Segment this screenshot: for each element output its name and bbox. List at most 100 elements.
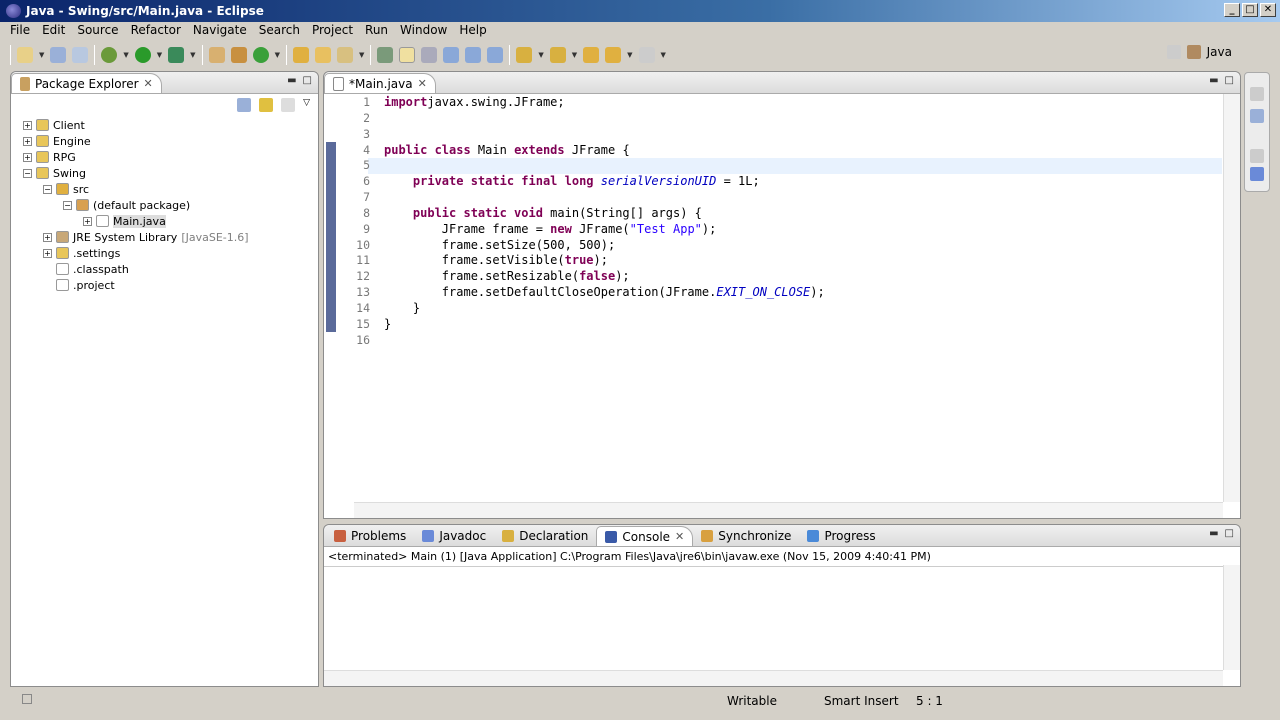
horizontal-scrollbar[interactable] [354,502,1223,518]
perspective-label[interactable]: Java [1207,45,1232,59]
open-type-icon[interactable] [292,47,309,63]
next-annotation-icon[interactable] [516,47,533,63]
tab-console[interactable]: Console ✕ [596,526,694,546]
maximize-button[interactable]: □ [1242,3,1258,17]
collapse-all-icon[interactable] [237,98,252,112]
code-line[interactable]: } [384,317,1222,333]
restore-icon[interactable] [1250,87,1264,101]
prev-annotation-icon[interactable] [549,47,566,63]
code-line[interactable]: public class Main extends JFrame { [384,143,1222,159]
tab-problems[interactable]: Problems [326,526,414,546]
new-java-project-icon[interactable] [208,47,225,63]
last-edit-icon[interactable] [583,47,600,63]
code-line[interactable]: frame.setVisible(true); [384,253,1222,269]
code-line[interactable] [384,127,1222,143]
menu-window[interactable]: Window [394,22,453,40]
debug-icon[interactable] [101,47,118,63]
menu-project[interactable]: Project [306,22,359,40]
expand-toggle-icon[interactable]: + [43,248,52,258]
minimize-icon[interactable]: ▬ [287,75,296,86]
toggle-breadcrumb-icon[interactable] [377,47,394,63]
vertical-scrollbar[interactable] [1223,94,1240,502]
expand-toggle-icon[interactable]: + [23,120,32,130]
tree-item[interactable]: .classpath [23,261,249,277]
forward-icon[interactable] [638,47,655,63]
print-icon[interactable] [72,47,89,63]
expand-toggle-icon[interactable]: − [63,200,72,210]
view-menu-icon[interactable]: ▽ [303,98,310,112]
menu-file[interactable]: File [4,22,36,40]
code-line[interactable] [384,158,1222,174]
expand-toggle-icon[interactable]: + [23,136,32,146]
code-line[interactable]: frame.setResizable(false); [384,269,1222,285]
code-line[interactable] [384,111,1222,127]
close-icon[interactable]: ✕ [418,77,427,90]
back-icon[interactable] [605,47,622,63]
code-line[interactable] [384,190,1222,206]
code-editor[interactable]: 1 2 3 4 5 6 7 8 9 10 11 12 13 14 15 16 importjavax.swin… [326,95,1222,502]
tree-item[interactable]: + RPG [23,149,249,165]
tree-item[interactable]: − Swing [23,165,249,181]
code-line[interactable]: } [384,301,1222,317]
menu-navigate[interactable]: Navigate [187,22,253,40]
restore-icon[interactable] [1250,149,1264,163]
vertical-scrollbar[interactable] [1223,565,1240,670]
pilcrow-icon[interactable] [465,47,482,63]
maximize-icon[interactable]: □ [1225,528,1234,539]
focus-icon[interactable] [281,98,296,112]
open-resource-icon[interactable] [314,47,331,63]
new-icon[interactable] [17,47,33,63]
new-class-icon[interactable] [252,47,269,63]
close-icon[interactable]: ✕ [675,530,684,543]
close-button[interactable]: ✕ [1260,3,1276,17]
tab-declaration[interactable]: Declaration [494,526,596,546]
code-line[interactable]: private static final long serialVersionU… [384,174,1222,190]
tree-item[interactable]: − (default package) [23,197,249,213]
tab-main-java[interactable]: *Main.java ✕ [324,73,436,93]
run-icon[interactable] [134,47,151,63]
new-package-icon[interactable] [230,47,247,63]
mark-occurrences-icon[interactable] [399,47,416,63]
menu-run[interactable]: Run [359,22,394,40]
outline-icon[interactable] [1250,109,1264,123]
minimize-icon[interactable]: ▬ [1209,75,1218,86]
tab-package-explorer[interactable]: Package Explorer ✕ [11,73,162,93]
code-line[interactable] [384,333,1222,349]
menu-help[interactable]: Help [453,22,492,40]
menu-refactor[interactable]: Refactor [125,22,187,40]
code-line[interactable]: public static void main(String[] args) { [384,206,1222,222]
code-text[interactable]: importjavax.swing.JFrame; public class Ma… [384,95,1222,349]
expand-toggle-icon[interactable]: − [23,168,32,178]
show-source-icon[interactable] [487,47,504,63]
code-line[interactable]: JFrame frame = new JFrame("Test App"); [384,222,1222,238]
tree-item[interactable]: − src [23,181,249,197]
expand-toggle-icon[interactable]: − [43,184,52,194]
hierarchy-icon[interactable] [1250,167,1264,181]
tree-item[interactable]: + Client [23,117,249,133]
fast-view-icon[interactable] [22,694,32,704]
tree-item[interactable]: + Main.java [23,213,249,229]
expand-toggle-icon[interactable]: + [83,216,92,226]
code-line[interactable]: frame.setSize(500, 500); [384,238,1222,254]
close-icon[interactable]: ✕ [144,77,153,90]
tree-item[interactable]: + .settings [23,245,249,261]
menu-edit[interactable]: Edit [36,22,71,40]
tree-item[interactable]: .project [23,277,249,293]
tab-synchronize[interactable]: Synchronize [693,526,799,546]
menu-search[interactable]: Search [253,22,306,40]
tab-javadoc[interactable]: Javadoc [414,526,494,546]
tab-progress[interactable]: Progress [799,526,883,546]
menu-source[interactable]: Source [71,22,124,40]
horizontal-scrollbar[interactable] [324,670,1223,686]
block-selection-icon[interactable] [421,47,438,63]
minimize-icon[interactable]: ▬ [1209,528,1218,539]
perspective-switcher[interactable]: Java [1166,45,1232,59]
code-line[interactable]: frame.setDefaultCloseOperation(JFrame.EX… [384,285,1222,301]
tree-item[interactable]: + Engine [23,133,249,149]
search-icon[interactable] [336,47,353,63]
code-line[interactable]: importjavax.swing.JFrame; [384,95,1222,111]
open-perspective-icon[interactable] [1166,45,1181,59]
minimize-button[interactable]: _ [1224,3,1240,17]
link-with-editor-icon[interactable] [259,98,274,112]
expand-toggle-icon[interactable]: + [43,232,52,242]
